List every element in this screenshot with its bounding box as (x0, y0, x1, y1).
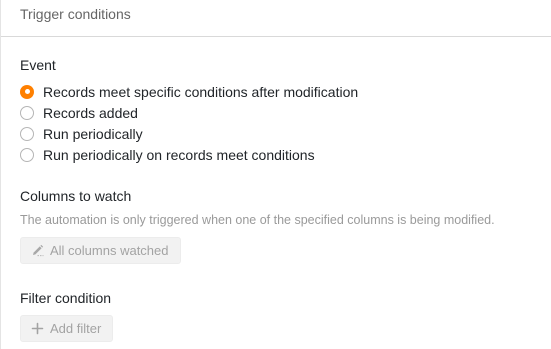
radio-unchecked-icon[interactable] (20, 147, 34, 162)
plus-icon (31, 322, 44, 335)
pencil-icon (31, 244, 44, 257)
event-option-run-periodically[interactable]: Run periodically (20, 123, 551, 144)
event-radio-group: Records meet specific conditions after m… (20, 81, 551, 165)
add-filter-button[interactable]: Add filter (20, 315, 114, 342)
panel-header: Trigger conditions (1, 0, 551, 37)
event-title: Event (20, 57, 56, 73)
columns-to-watch-title: Columns to watch (20, 188, 132, 204)
event-option-run-periodically-conditions[interactable]: Run periodically on records meet conditi… (20, 144, 551, 165)
event-option-records-meet-conditions[interactable]: Records meet specific conditions after m… (20, 81, 551, 102)
event-section: Event Records meet specific conditions a… (20, 56, 551, 165)
event-option-label: Records meet specific conditions after m… (43, 83, 359, 100)
add-filter-label: Add filter (50, 321, 102, 336)
event-option-label: Run periodically on records meet conditi… (43, 146, 315, 163)
all-columns-watched-button[interactable]: All columns watched (20, 237, 181, 264)
filter-condition-title: Filter condition (20, 290, 112, 306)
filter-condition-section: Filter condition Add filter (20, 289, 551, 342)
event-option-records-added[interactable]: Records added (20, 102, 551, 123)
event-option-label: Records added (43, 104, 138, 121)
columns-to-watch-section: Columns to watch The automation is only … (20, 187, 551, 264)
event-option-label: Run periodically (43, 125, 143, 142)
radio-checked-icon[interactable] (20, 84, 34, 99)
panel-title: Trigger conditions (20, 6, 131, 22)
trigger-conditions-panel: Trigger conditions Event Records meet sp… (0, 0, 551, 349)
all-columns-watched-label: All columns watched (50, 243, 169, 258)
columns-to-watch-description: The automation is only triggered when on… (20, 213, 495, 227)
panel-body: Event Records meet specific conditions a… (1, 37, 551, 342)
radio-unchecked-icon[interactable] (20, 105, 34, 120)
radio-unchecked-icon[interactable] (20, 126, 34, 141)
